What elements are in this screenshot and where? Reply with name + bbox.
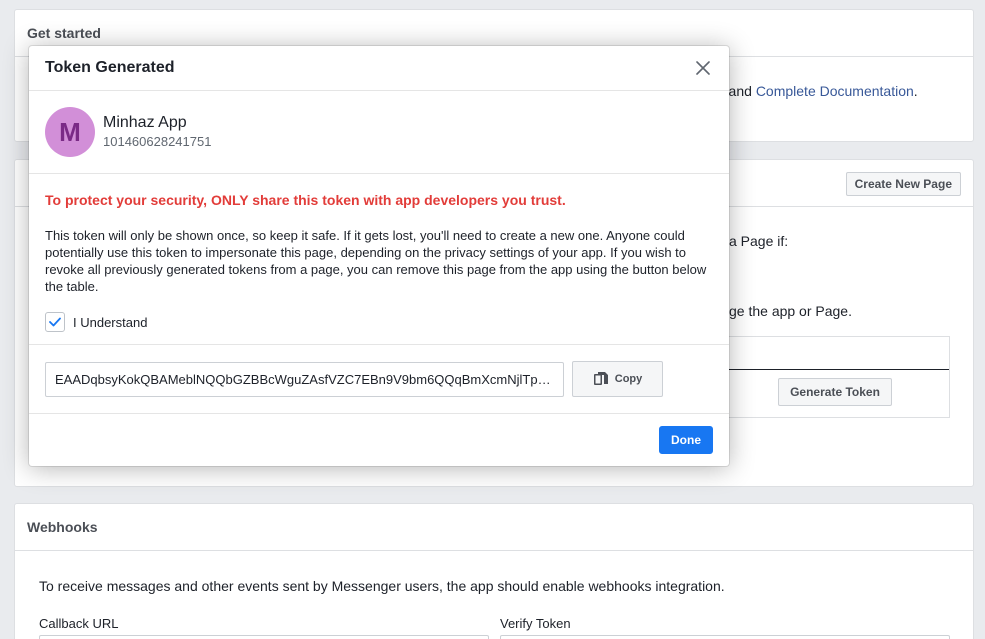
avatar: M	[45, 107, 95, 157]
close-icon[interactable]	[693, 58, 713, 78]
understand-row: I Understand	[45, 312, 713, 332]
copy-button[interactable]: Copy	[572, 361, 663, 397]
i-understand-label: I Understand	[73, 314, 148, 330]
page-id: 101460628241751	[103, 134, 212, 149]
page-name: Minhaz App	[103, 114, 187, 131]
dialog-footer: Done	[29, 414, 729, 466]
copy-button-label: Copy	[614, 373, 643, 385]
security-warning-title: To protect your security, ONLY share thi…	[45, 192, 566, 208]
access-token-field[interactable]: EAADqbsyKokQBAMeblNQQbGZBBcWguZAsfVZC7EB…	[45, 361, 564, 397]
security-warning-section: To protect your security, ONLY share thi…	[29, 174, 729, 345]
copy-icon	[593, 372, 608, 385]
token-generated-dialog: Token Generated M Minhaz App 10146062824…	[29, 46, 729, 466]
page-info: Minhaz App 101460628241751	[103, 113, 211, 151]
dialog-header: Token Generated	[29, 46, 729, 91]
page-info-row: M Minhaz App 101460628241751	[29, 91, 729, 174]
token-row: EAADqbsyKokQBAMeblNQQbGZBBcWguZAsfVZC7EB…	[29, 345, 729, 414]
done-button[interactable]: Done	[659, 426, 713, 454]
dialog-title: Token Generated	[45, 59, 175, 76]
i-understand-checkbox[interactable]	[45, 312, 65, 332]
checkmark-icon	[49, 317, 61, 327]
security-warning-body: This token will only be shown once, so k…	[45, 228, 707, 294]
